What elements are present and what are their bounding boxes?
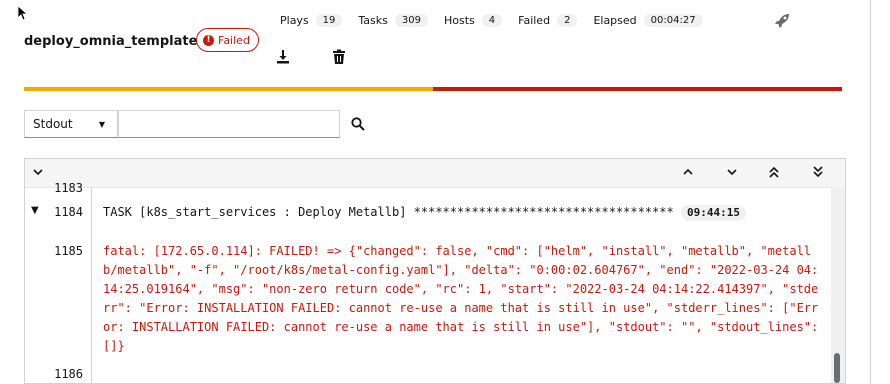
collapse-all-icon[interactable]: [31, 165, 45, 179]
trash-icon[interactable]: [331, 49, 347, 65]
chevron-up-icon[interactable]: [681, 165, 695, 179]
line-number: 1183: [54, 181, 83, 195]
download-icon[interactable]: [275, 49, 291, 65]
exclamation-icon: !: [203, 34, 214, 46]
job-progress-bar: [24, 87, 842, 91]
stat-failed-count: 2: [557, 14, 578, 27]
stat-hosts-count: 4: [481, 14, 503, 27]
job-stats: Plays 19 Tasks 309 Hosts 4 Failed 2 Elap…: [280, 14, 719, 27]
stat-elapsed-count: 00:04:27: [643, 14, 703, 27]
stat-failed-label: Failed: [518, 14, 551, 27]
page-margin: [871, 0, 890, 384]
double-chevron-down-icon[interactable]: [811, 165, 825, 179]
mouse-cursor-icon: [18, 6, 28, 20]
log-output: 1183 ▼ 1184 TASK [k8s_start_services : D…: [24, 158, 846, 384]
status-label: Failed: [218, 33, 250, 47]
status-badge: ! Failed: [196, 28, 259, 52]
log-scrollbar[interactable]: [831, 187, 845, 383]
rocket-icon[interactable]: [774, 13, 790, 29]
progress-ok-segment: [24, 87, 433, 91]
stat-elapsed-label: Elapsed: [593, 14, 637, 27]
task-time-badge: 09:44:15: [680, 205, 746, 221]
stream-select[interactable]: Stdout ▼: [24, 110, 118, 138]
job-output-panel: deploy_omnia_template ! Failed Plays 19 …: [0, 0, 871, 384]
progress-failed-segment: [433, 87, 842, 91]
search-icon: [351, 117, 365, 131]
search-button[interactable]: [340, 110, 376, 138]
stat-hosts-label: Hosts: [443, 14, 475, 27]
line-number: 1185: [54, 244, 83, 258]
stat-plays-label: Plays: [280, 14, 309, 27]
task-header-text: TASK [k8s_start_services : Deploy Metall…: [103, 205, 674, 219]
log-toolbar: [25, 159, 845, 188]
chevron-down-icon[interactable]: [725, 165, 739, 179]
stat-plays-count: 19: [315, 14, 343, 27]
line-number-gutter: [91, 187, 92, 383]
stat-tasks-count: 309: [394, 14, 428, 27]
search-input[interactable]: [118, 110, 340, 138]
double-chevron-up-icon[interactable]: [767, 165, 781, 179]
stream-select-value: Stdout: [33, 117, 73, 131]
scrollbar-thumb[interactable]: [834, 353, 840, 383]
line-number: 1184: [54, 205, 83, 219]
stat-tasks-label: Tasks: [358, 14, 388, 27]
caret-down-icon: ▼: [98, 119, 105, 129]
line-number: 1186: [54, 367, 83, 381]
log-line-text: TASK [k8s_start_services : Deploy Metall…: [103, 203, 823, 222]
job-title: deploy_omnia_template: [24, 34, 198, 49]
error-output-text: fatal: [172.65.0.114]: FAILED! => {"chan…: [103, 244, 826, 353]
